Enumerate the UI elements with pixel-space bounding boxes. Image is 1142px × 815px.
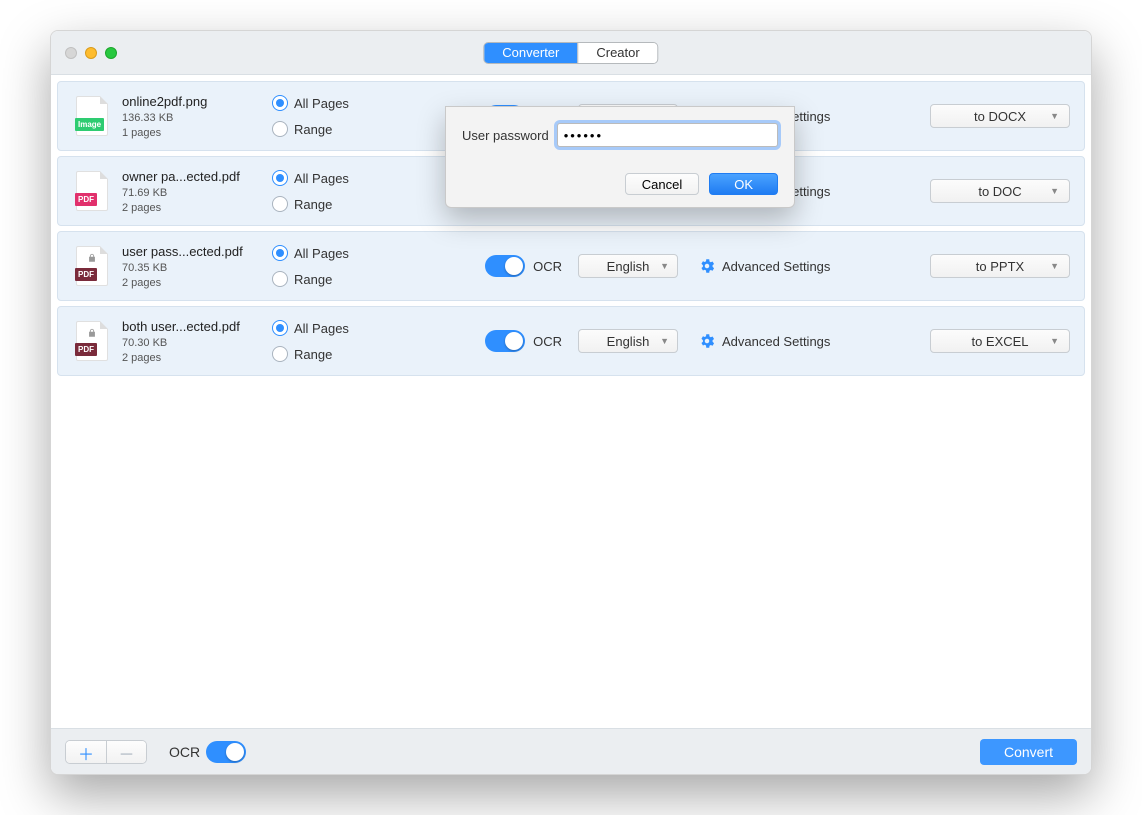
file-name: online2pdf.png bbox=[122, 94, 262, 109]
file-icon: Image bbox=[72, 96, 112, 136]
password-dialog: User password Cancel OK bbox=[445, 106, 795, 208]
window-min-icon[interactable] bbox=[85, 47, 97, 59]
tab-creator[interactable]: Creator bbox=[577, 43, 657, 63]
file-row: PDF both user...ected.pdf 70.30 KB 2 pag… bbox=[57, 306, 1085, 376]
chevron-down-icon: ▼ bbox=[1050, 261, 1059, 271]
footer: ＋ － OCR Convert bbox=[51, 728, 1091, 774]
file-size: 136.33 KB bbox=[122, 112, 262, 124]
gear-icon bbox=[698, 257, 716, 275]
radio-all-pages[interactable]: All Pages bbox=[272, 320, 392, 336]
pdf-tag-icon: PDF bbox=[75, 343, 97, 356]
radio-range[interactable]: Range bbox=[272, 346, 392, 362]
ocr-toggle[interactable] bbox=[485, 330, 525, 352]
chevron-down-icon: ▼ bbox=[1050, 186, 1059, 196]
radio-all-pages[interactable]: All Pages bbox=[272, 170, 392, 186]
add-remove-group: ＋ － bbox=[65, 740, 147, 764]
file-meta: online2pdf.png 136.33 KB 1 pages bbox=[122, 94, 262, 139]
radio-range[interactable]: Range bbox=[272, 271, 392, 287]
file-icon: PDF bbox=[72, 246, 112, 286]
window-max-icon[interactable] bbox=[105, 47, 117, 59]
chevron-down-icon: ▼ bbox=[660, 336, 669, 346]
app-window: Converter Creator Image online2pdf.png 1… bbox=[50, 30, 1092, 775]
chevron-down-icon: ▼ bbox=[1050, 111, 1059, 121]
chevron-down-icon: ▼ bbox=[1050, 336, 1059, 346]
remove-file-button[interactable]: － bbox=[106, 741, 146, 763]
radio-all-pages[interactable]: All Pages bbox=[272, 245, 392, 261]
password-input[interactable] bbox=[557, 123, 778, 147]
output-format-select[interactable]: to PPTX▼ bbox=[930, 254, 1070, 278]
file-pages: 2 pages bbox=[122, 202, 262, 214]
add-file-button[interactable]: ＋ bbox=[66, 741, 106, 763]
language-select[interactable]: English▼ bbox=[578, 329, 678, 353]
traffic-lights bbox=[65, 47, 117, 59]
file-row: PDF user pass...ected.pdf 70.35 KB 2 pag… bbox=[57, 231, 1085, 301]
file-size: 71.69 KB bbox=[122, 187, 262, 199]
file-pages: 2 pages bbox=[122, 277, 262, 289]
gear-icon bbox=[698, 332, 716, 350]
titlebar: Converter Creator bbox=[51, 31, 1091, 75]
file-icon: PDF bbox=[72, 171, 112, 211]
ocr-global: OCR bbox=[169, 741, 246, 763]
lock-icon bbox=[87, 326, 97, 336]
radio-range[interactable]: Range bbox=[272, 121, 392, 137]
chevron-down-icon: ▼ bbox=[660, 261, 669, 271]
password-label: User password bbox=[462, 128, 549, 143]
window-close-icon[interactable] bbox=[65, 47, 77, 59]
advanced-settings[interactable]: Advanced Settings bbox=[698, 257, 830, 275]
file-pages: 1 pages bbox=[122, 127, 262, 139]
output-format-select[interactable]: to DOCX▼ bbox=[930, 104, 1070, 128]
file-name: both user...ected.pdf bbox=[122, 319, 262, 334]
lock-icon bbox=[87, 251, 97, 261]
file-icon: PDF bbox=[72, 321, 112, 361]
pages-select: All Pages Range bbox=[272, 95, 392, 137]
ok-button[interactable]: OK bbox=[709, 173, 778, 195]
pdf-tag-icon: PDF bbox=[75, 268, 97, 281]
file-name: user pass...ected.pdf bbox=[122, 244, 262, 259]
language-select[interactable]: English▼ bbox=[578, 254, 678, 278]
radio-range[interactable]: Range bbox=[272, 196, 392, 212]
ocr-toggle[interactable] bbox=[485, 255, 525, 277]
file-size: 70.30 KB bbox=[122, 337, 262, 349]
output-format-select[interactable]: to DOC▼ bbox=[930, 179, 1070, 203]
cancel-button[interactable]: Cancel bbox=[625, 173, 699, 195]
pdf-tag-icon: PDF bbox=[75, 193, 97, 206]
radio-all-pages[interactable]: All Pages bbox=[272, 95, 392, 111]
mode-segmented-control: Converter Creator bbox=[483, 42, 658, 64]
image-tag-icon: Image bbox=[75, 118, 104, 131]
file-name: owner pa...ected.pdf bbox=[122, 169, 262, 184]
advanced-settings[interactable]: Advanced Settings bbox=[698, 332, 830, 350]
file-size: 70.35 KB bbox=[122, 262, 262, 274]
output-format-select[interactable]: to EXCEL▼ bbox=[930, 329, 1070, 353]
tab-converter[interactable]: Converter bbox=[484, 43, 577, 63]
convert-button[interactable]: Convert bbox=[980, 739, 1077, 765]
file-pages: 2 pages bbox=[122, 352, 262, 364]
ocr-global-toggle[interactable] bbox=[206, 741, 246, 763]
